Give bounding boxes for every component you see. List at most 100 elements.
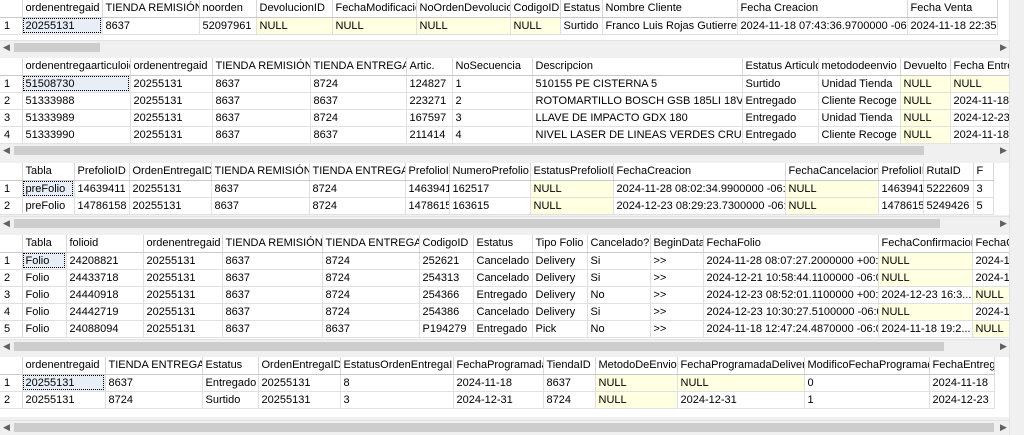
table-cell[interactable]: 4 [452, 126, 533, 143]
table-cell[interactable]: NULL [878, 269, 973, 287]
scroll-thumb[interactable] [14, 423, 994, 432]
scroll-left-icon[interactable]: ◀ [0, 41, 13, 54]
column-header[interactable]: CodigoID [510, 0, 561, 18]
table-row[interactable]: 5 Folio 24088094 20255131 8637 8637 P194279 Ent… [0, 320, 1023, 338]
table-cell[interactable]: 20255131 [22, 17, 103, 35]
table-row[interactable]: 2 Folio 24433718 20255131 8637 8724 254313 Canc… [0, 269, 1023, 287]
results-grid-folio[interactable]: Tabla folioid ordenentregaid TIENDA REMISIÓ… [0, 235, 1024, 339]
table-cell[interactable]: 1 [452, 75, 533, 93]
table-cell[interactable]: 2024-11-28 08:07:27.2000000 +00:00 [703, 252, 879, 270]
table-cell[interactable]: 2024-11-28 08:02:34.9900000 -06:00 [613, 180, 786, 198]
column-header[interactable]: TIENDA ENTREGA [322, 235, 420, 253]
scroll-thumb[interactable] [14, 342, 944, 351]
table-cell[interactable]: 8724 [322, 269, 420, 287]
table-cell[interactable]: Folio [22, 286, 67, 304]
table-cell[interactable]: 2024-12-31 [677, 391, 805, 409]
table-cell[interactable]: 24440918 [66, 286, 144, 304]
table-cell[interactable]: 24433718 [66, 269, 144, 287]
table-cell[interactable]: 8637 [543, 374, 596, 392]
row-number[interactable]: 1 [0, 17, 23, 35]
results-grid-articulos[interactable]: ordenentregaarticuloid ordenentregaid TIEN… [0, 58, 1024, 143]
table-row[interactable]: 2 20255131 8724 Surtido 20255131 3 2024-12-31 8… [0, 391, 995, 409]
table-cell[interactable]: 20255131 [143, 320, 223, 338]
table-cell[interactable]: NULL [677, 374, 805, 392]
table-cell[interactable]: Delivery [532, 286, 588, 304]
table-cell[interactable]: Cliente Recoge [818, 92, 901, 110]
table-cell[interactable]: Delivery [532, 269, 588, 287]
row-number[interactable]: 3 [0, 109, 23, 127]
table-cell[interactable]: NULL [256, 17, 333, 35]
column-header[interactable]: Fecha Venta [907, 0, 998, 18]
table-cell[interactable]: 2024-11-18 19:2... [878, 320, 973, 338]
scroll-thumb[interactable] [14, 43, 100, 52]
column-header[interactable]: ordenentregaarticuloid [22, 58, 131, 76]
column-header[interactable]: PrefolioID [878, 163, 924, 181]
table-cell[interactable]: >> [650, 320, 704, 338]
column-header[interactable]: OrdenEntregaID [129, 163, 212, 181]
row-number-header[interactable] [0, 235, 23, 253]
table-cell[interactable]: 3 [973, 180, 994, 198]
table-cell[interactable]: 20255131 [143, 286, 223, 304]
scroll-thumb[interactable] [14, 146, 924, 155]
row-number[interactable]: 1 [0, 180, 23, 198]
table-cell[interactable]: 2024-11-18 07:43:36.9700000 -06:00 [737, 17, 908, 35]
scroll-left-icon[interactable]: ◀ [0, 421, 13, 434]
table-cell[interactable]: 20255131 [258, 374, 341, 392]
table-cell[interactable]: Cancelado [473, 269, 533, 287]
table-cell[interactable]: NULL [900, 75, 951, 93]
row-number[interactable]: 2 [0, 92, 23, 110]
table-cell[interactable]: 5 [973, 197, 994, 215]
scroll-left-icon[interactable]: ◀ [0, 144, 13, 157]
table-cell[interactable]: 52097961 [199, 17, 257, 35]
table-cell[interactable]: 51333990 [22, 126, 131, 143]
table-cell[interactable]: Folio [22, 269, 67, 287]
column-header[interactable]: EstatusOrdenEntregaID [340, 357, 454, 375]
table-cell[interactable]: 8637 [212, 109, 311, 127]
table-cell[interactable]: 2024-12-23 [929, 391, 995, 409]
table-cell[interactable]: Pick [532, 320, 588, 338]
column-header[interactable]: TIENDA REMISIÓN [102, 0, 200, 18]
table-cell[interactable]: 2024-11-18 [929, 374, 995, 392]
table-cell[interactable]: 8724 [310, 75, 407, 93]
table-cell[interactable]: NULL [900, 109, 951, 127]
table-cell[interactable]: 8637 [222, 269, 323, 287]
row-number-header[interactable] [0, 58, 23, 76]
column-header[interactable]: Estatus Articulo [742, 58, 819, 76]
table-cell[interactable]: 1 [804, 391, 930, 409]
table-cell[interactable]: Si [587, 303, 651, 321]
column-header[interactable]: metododeenvio [818, 58, 901, 76]
table-cell[interactable]: 8637 [211, 180, 310, 198]
column-header[interactable]: TIENDA ENTREGA [310, 58, 407, 76]
column-header[interactable]: ordenentregaid [22, 357, 106, 375]
table-cell[interactable]: NULL [416, 17, 511, 35]
table-cell[interactable]: 2 [452, 92, 533, 110]
table-cell[interactable]: ROTOMARTILLO BOSCH GSB 185LI 18V 1 [532, 92, 743, 110]
table-cell[interactable]: 8 [340, 374, 454, 392]
table-cell[interactable]: 2024-12-21 10:58:44.1100000 -06:00 [703, 269, 879, 287]
column-header[interactable]: TIENDA ENTREGA [309, 163, 406, 181]
table-cell[interactable]: 252621 [419, 252, 474, 270]
table-cell[interactable]: 8637 [322, 320, 420, 338]
column-header[interactable]: Estatus [473, 235, 533, 253]
table-cell[interactable]: 2024-11-18 [453, 374, 544, 392]
results-grid-entrega[interactable]: ordenentregaid TIENDA ENTREGA Estatus Orden… [0, 357, 1024, 417]
table-cell[interactable]: 254386 [419, 303, 474, 321]
table-cell[interactable]: 20255131 [143, 303, 223, 321]
table-cell[interactable]: NULL [530, 197, 614, 215]
column-header[interactable]: Descripcion [532, 58, 743, 76]
table-cell[interactable]: 8637 [212, 92, 311, 110]
grid-horizontal-scrollbar[interactable]: ◀ ▶ [0, 40, 1010, 54]
scroll-left-icon[interactable]: ◀ [0, 340, 13, 353]
pane-splitter[interactable] [0, 230, 1024, 234]
table-cell[interactable]: 163615 [449, 197, 531, 215]
table-cell[interactable]: 211414 [406, 126, 453, 143]
results-grid-prefolio[interactable]: Tabla PrefolioID OrdenEntregaID TIENDA REMI… [0, 163, 1024, 215]
table-cell[interactable]: 14639411 [74, 180, 130, 198]
column-header[interactable]: Estatus [560, 0, 603, 18]
table-cell[interactable]: 8724 [543, 391, 596, 409]
table-cell[interactable]: NULL [595, 374, 678, 392]
column-header[interactable]: F [973, 163, 994, 181]
table-cell[interactable]: NULL [785, 197, 879, 215]
column-header[interactable]: Estatus [202, 357, 259, 375]
table-cell[interactable]: >> [650, 303, 704, 321]
